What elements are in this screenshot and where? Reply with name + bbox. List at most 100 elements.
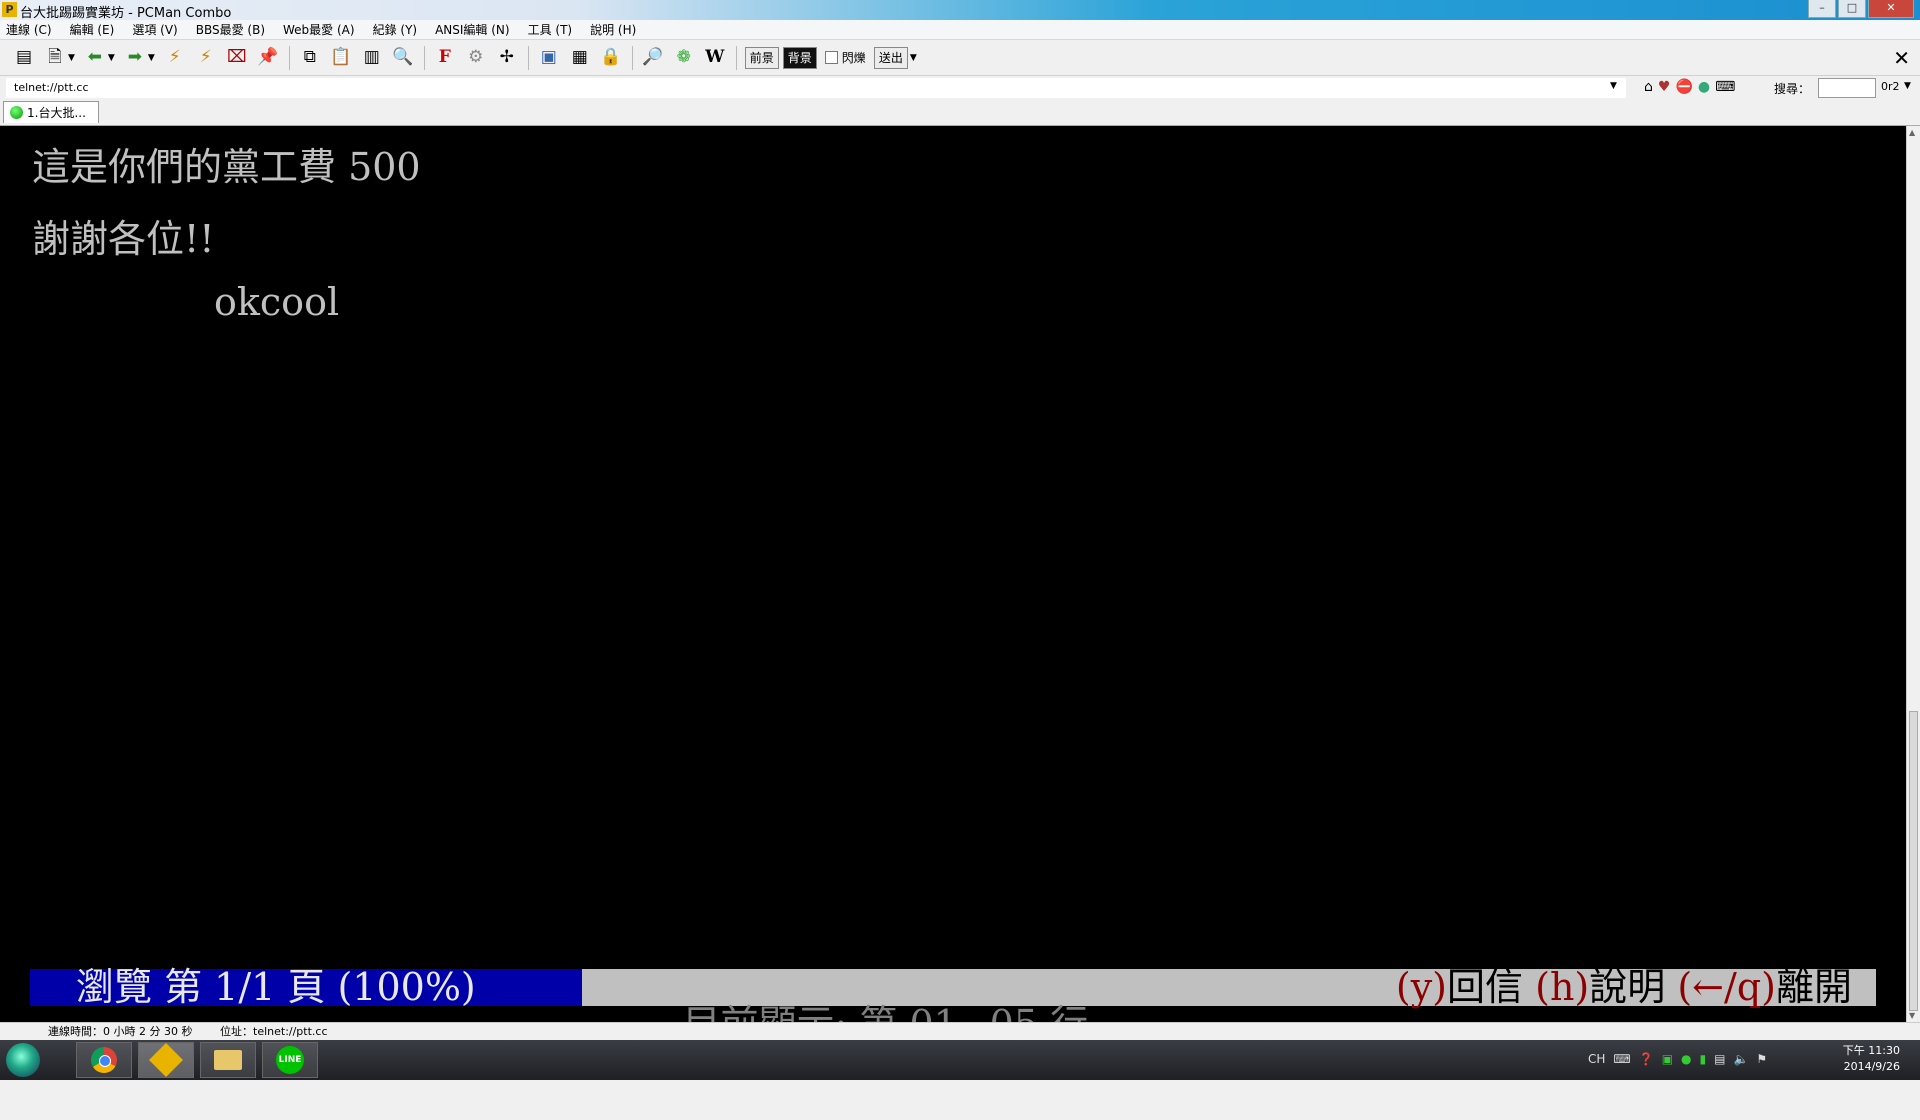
maximize-button[interactable]: □ [1838,0,1866,18]
lock-icon[interactable]: 🔒 [599,46,623,70]
forward-dropdown-icon[interactable]: ▼ [148,53,155,63]
disconnect-icon[interactable]: ⚡ [194,46,218,70]
wikipedia-icon[interactable]: W [703,46,727,70]
menu-help[interactable]: 說明 (H) [590,21,636,38]
volume-tray-icon[interactable]: 🔈 [1733,1052,1748,1066]
search-label: 搜尋： [1774,82,1811,96]
leave-key[interactable]: (←/q) [1677,965,1776,1009]
foreground-color-button[interactable]: 前景 [744,46,779,69]
settings-gear-icon[interactable]: ⚙ [464,46,488,70]
keyboard-icon[interactable]: ⌨ [1715,79,1735,95]
menu-bbs-favorites[interactable]: BBS最愛 (B) [196,21,265,38]
pcman-taskbar-icon[interactable] [138,1042,194,1078]
close-connection-icon[interactable]: ⌧ [225,46,249,70]
globe-icon[interactable]: ● [1698,79,1710,95]
address-bar: telnet://ptt.cc ▼ ⌂ ♥ ⛔ ● ⌨ 搜尋： 0r2 ▼ [0,77,1920,99]
terminal-line-2: 謝謝各位!! [32,217,215,261]
line-taskbar-icon[interactable]: LINE [262,1042,318,1078]
display-tray-icon[interactable]: ▤ [1714,1052,1725,1066]
help-key[interactable]: (h) [1535,965,1589,1009]
ascii-art-icon[interactable]: ▦ [568,46,592,70]
new-connection-icon[interactable]: 🗎 [43,46,67,70]
minimize-button[interactable]: – [1808,0,1836,18]
reconnect-icon[interactable]: ⚡ [163,46,187,70]
line-tray-icon[interactable]: ● [1681,1052,1691,1066]
language-indicator[interactable]: CH [1588,1052,1605,1066]
connection-time: 連線時間：0 小時 2 分 30 秒 [48,1025,193,1038]
background-color-button[interactable]: 背景 [782,46,817,69]
network-tray-icon[interactable]: ▣ [1662,1052,1673,1066]
terminal-scrollbar[interactable]: ▲ ▼ [1906,126,1920,1022]
start-button[interactable] [6,1043,40,1077]
flag-tray-icon[interactable]: ⚑ [1756,1052,1767,1066]
connected-status-icon [10,106,23,119]
pcman-icon[interactable]: P [2,2,17,17]
menu-bar: 連線 (C) 編輯 (E) 選項 (V) BBS最愛 (B) Web最愛 (A)… [0,20,1920,40]
connection-tab[interactable]: 1.台大批... [3,101,99,123]
back-dropdown-icon[interactable]: ▼ [108,53,115,63]
article-status-line: 瀏覽 第 1/1 頁 (100%) 目前顯示: 第 01~05 行 (y)回信 … [30,968,1876,1043]
close-window-button[interactable]: ✕ [1868,0,1914,18]
tab-label: 1.台大批... [27,106,86,120]
browse-page-status: 瀏覽 第 1/1 頁 (100%) [30,968,582,1006]
scroll-up-icon[interactable]: ▲ [1909,128,1915,137]
flower-icon[interactable]: ❁ [672,46,696,70]
keyboard-tray-icon[interactable]: ⌨ [1613,1052,1630,1066]
search-engine[interactable]: 0r2 [1881,80,1900,93]
forward-icon[interactable]: ➡ [123,46,147,70]
screen-icon[interactable]: ▣ [537,46,561,70]
fullscreen-icon[interactable]: ✢ [495,46,519,70]
favorites-icon[interactable]: ♥ [1658,79,1671,95]
search-input[interactable] [1818,78,1876,98]
clock-date: 2014/9/26 [1843,1060,1900,1073]
help-tray-icon[interactable]: ❓ [1639,1052,1654,1066]
pin-icon[interactable]: 📌 [256,46,280,70]
terminal-screen[interactable]: 這是你們的黨工費 500 謝謝各位!! okcool 瀏覽 第 1/1 頁 (1… [0,126,1906,1043]
search-web-icon[interactable]: 🔎 [641,46,665,70]
system-tray: CH ⌨ ❓ ▣ ● ▮ ▤ 🔈 ⚑ [1588,1052,1767,1066]
preview-icon[interactable]: 🔍 [391,46,415,70]
menu-edit[interactable]: 編輯 (E) [70,21,115,38]
paste-icon[interactable]: 📋 [329,46,353,70]
back-icon[interactable]: ⬅ [83,46,107,70]
tab-bar: 1.台大批... [0,99,1920,126]
chrome-taskbar-icon[interactable] [76,1042,132,1078]
search-engine-dropdown-icon[interactable]: ▼ [1904,81,1911,91]
toolbar: ▤ 🗎 ▼ ⬅ ▼ ➡ ▼ ⚡ ⚡ ⌧ 📌 ⧉ 📋 ▥ 🔍 F ⚙ ✢ ▣ ▦ … [0,40,1920,76]
lines-display-status: 目前顯示: 第 01~05 行 (y)回信 (h)說明 (←/q)離開 [582,968,1876,1043]
close-toolbar-icon[interactable]: ✕ [1893,46,1910,70]
reply-key[interactable]: (y) [1396,965,1447,1009]
help-action: 說明 [1589,965,1666,1009]
address-input[interactable]: telnet://ptt.cc [6,78,1626,98]
taskbar-clock[interactable]: 下午 11:30 2014/9/26 [1828,1043,1900,1075]
reply-action: 回信 [1447,965,1524,1009]
send-dropdown-icon[interactable]: ▼ [910,53,917,63]
site-list-icon[interactable]: ▤ [12,46,36,70]
copy-icon[interactable]: ⧉ [298,46,322,70]
address-dropdown-icon[interactable]: ▼ [1610,81,1617,91]
send-button[interactable]: 送出 [873,46,908,69]
menu-tools[interactable]: 工具 (T) [528,21,573,38]
leave-action: 離開 [1775,965,1852,1009]
menu-ansi-edit[interactable]: ANSI編輯 (N) [435,21,510,38]
font-icon[interactable]: F [433,46,457,70]
key-hints: (y)回信 (h)說明 (←/q)離開 [1396,968,1852,1006]
block-icon[interactable]: ⛔ [1675,79,1692,95]
blink-checkbox[interactable] [824,51,838,64]
menu-connection[interactable]: 連線 (C) [6,21,52,38]
blink-label: 閃爍 [841,51,866,65]
terminal-line-1: 這是你們的黨工費 500 [32,145,421,189]
status-bar: 連線時間：0 小時 2 分 30 秒 位址：telnet://ptt.cc [0,1022,1920,1041]
battery-tray-icon[interactable]: ▮ [1700,1052,1707,1066]
window-title: 台大批踢踢實業坊 - PCMan Combo [20,6,232,21]
menu-options[interactable]: 選項 (V) [132,21,177,38]
menu-log[interactable]: 紀錄 (Y) [373,21,418,38]
folder-taskbar-icon[interactable] [200,1042,256,1078]
paste-window-icon[interactable]: ▥ [360,46,384,70]
status-address: 位址：telnet://ptt.cc [220,1025,328,1038]
scroll-down-icon[interactable]: ▼ [1909,1011,1915,1020]
menu-web-favorites[interactable]: Web最愛 (A) [283,21,355,38]
scroll-thumb[interactable] [1909,711,1918,1011]
new-connection-dropdown-icon[interactable]: ▼ [68,53,75,63]
home-icon[interactable]: ⌂ [1644,79,1653,95]
